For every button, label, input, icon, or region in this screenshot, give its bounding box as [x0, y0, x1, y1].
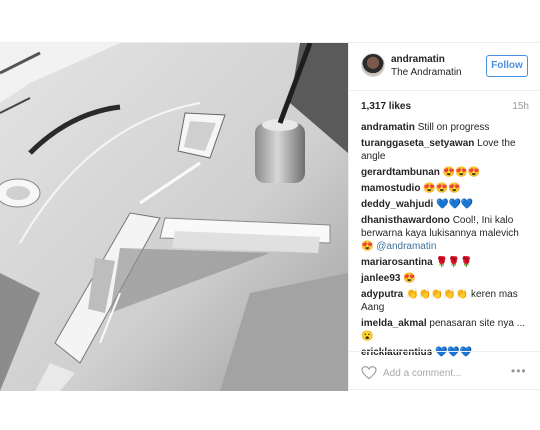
comment-username[interactable]: mamostudio	[361, 183, 420, 194]
comment-item: gerardtambunan 😍😍😍	[361, 166, 533, 179]
likes-count[interactable]: 1,317 likes	[361, 101, 411, 112]
post-time[interactable]: 15h	[512, 101, 529, 112]
comment-username[interactable]: janlee93	[361, 273, 400, 284]
comment-text: 🌹🌹🌹	[435, 257, 473, 268]
post-header: andramatin The Andramatin Follow	[349, 43, 540, 91]
post-sidebar: andramatin The Andramatin Follow 1,317 l…	[348, 43, 540, 391]
comment-item: mariarosantina 🌹🌹🌹	[361, 256, 533, 269]
comment-mention-link[interactable]: @andramatin	[376, 241, 436, 252]
comment-username[interactable]: andramatin	[361, 122, 415, 133]
post-meta: 1,317 likes 15h	[361, 101, 529, 115]
comment-username[interactable]: adyputra	[361, 289, 403, 300]
comment-item: janlee93 😍	[361, 272, 533, 285]
heart-icon[interactable]	[361, 366, 377, 380]
post-username[interactable]: andramatin	[391, 54, 445, 65]
comment-item: deddy_wahjudi 💙💙💙	[361, 198, 533, 211]
comment-text: Still on progress	[417, 122, 490, 133]
comment-username[interactable]: turanggaseta_setyawan	[361, 138, 474, 149]
comment-username[interactable]: mariarosantina	[361, 257, 433, 268]
comment-item: dhanisthawardono Cool!, Ini kalo berwarn…	[361, 214, 533, 253]
post-photo[interactable]	[0, 43, 348, 391]
post-location[interactable]: The Andramatin	[391, 67, 462, 78]
comment-text: 😍😍😍	[423, 183, 461, 194]
comment-list: andramatin Still on progress turanggaset…	[361, 121, 533, 362]
comment-text: 😍😍😍	[442, 167, 481, 178]
comment-item: mamostudio 😍😍😍	[361, 182, 533, 195]
comment-item: turanggaseta_setyawan Love the angle	[361, 137, 533, 163]
comment-text: 💙💙💙	[436, 199, 474, 210]
architectural-model-photo	[0, 43, 348, 391]
add-comment-input[interactable]	[383, 366, 503, 380]
comment-text: 😍	[403, 273, 416, 284]
comment-username[interactable]: deddy_wahjudi	[361, 199, 433, 210]
avatar[interactable]	[361, 53, 385, 77]
follow-button[interactable]: Follow	[486, 55, 528, 77]
comment-username[interactable]: dhanisthawardono	[361, 215, 450, 226]
comment-username[interactable]: imelda_akmal	[361, 318, 427, 329]
comment-username[interactable]: gerardtambunan	[361, 167, 440, 178]
comment-footer: •••	[349, 351, 540, 391]
comment-item: adyputra 👏👏👏👏👏 keren mas Aang	[361, 288, 533, 314]
comment-item: andramatin Still on progress	[361, 121, 533, 134]
more-options-icon[interactable]: •••	[511, 364, 529, 378]
instagram-post: andramatin The Andramatin Follow 1,317 l…	[0, 42, 540, 391]
comment-item: imelda_akmal penasaran site nya ...😮	[361, 317, 533, 343]
